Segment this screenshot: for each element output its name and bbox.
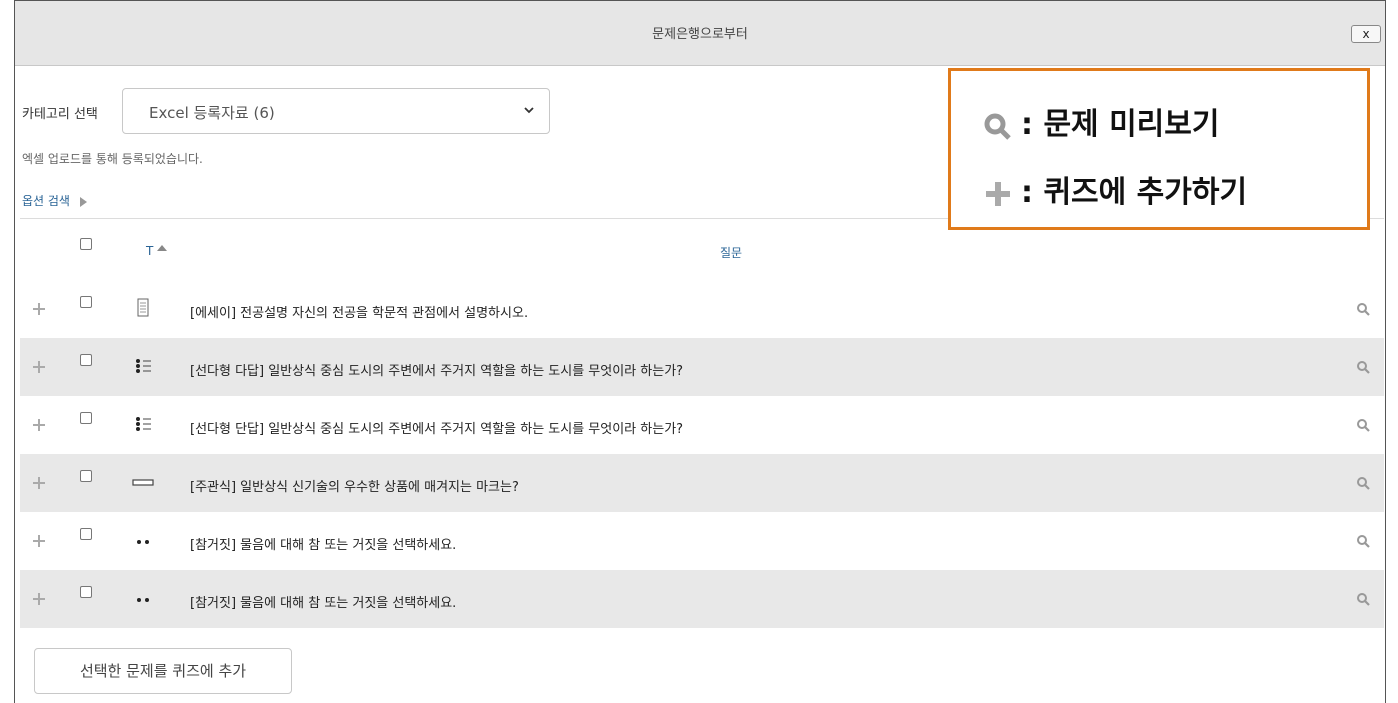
table-row: [주관식] 일반상식 신기술의 우수한 상품에 매겨지는 마크는? [20,454,1384,512]
option-search-toggle[interactable]: 옵션 검색 [22,192,87,209]
preview-search-icon[interactable] [1356,592,1370,606]
legend-box: : 문제 미리보기 : 퀴즈에 추가하기 [948,68,1370,230]
row-checkbox[interactable] [80,470,92,482]
legend-preview-label: : 문제 미리보기 [1021,107,1220,142]
truefalse-icon [137,540,149,544]
type-header-label: T [146,244,154,258]
row-checkbox[interactable] [80,354,92,366]
chevron-down-icon [524,107,534,114]
short-answer-icon [132,479,154,486]
add-to-quiz-icon[interactable] [32,534,46,548]
select-all-checkbox[interactable] [80,238,92,250]
multichoice-icon [136,417,151,431]
question-text: [주관식] 일반상식 신기술의 우수한 상품에 매겨지는 마크는? [190,480,519,495]
table-row: [선다형 다답] 일반상식 중심 도시의 주변에서 주거지 역할을 하는 도시를… [20,338,1384,396]
search-icon [984,113,1011,140]
question-text: [선다형 다답] 일반상식 중심 도시의 주변에서 주거지 역할을 하는 도시를… [190,364,684,379]
add-to-quiz-icon[interactable] [32,592,46,606]
category-info: 엑셀 업로드를 통해 등록되었습니다. [22,152,203,166]
dialog-title: 문제은행으로부터 [652,27,748,42]
table-row: [선다형 단답] 일반상식 중심 도시의 주변에서 주거지 역할을 하는 도시를… [20,396,1384,454]
legend-preview: : 문제 미리보기 [983,99,1220,143]
row-checkbox[interactable] [80,528,92,540]
preview-search-icon[interactable] [1356,360,1370,374]
close-button[interactable]: x [1351,25,1381,43]
table-row: [참거짓] 물음에 대해 참 또는 거짓을 선택하세요. [20,512,1384,570]
add-to-quiz-icon[interactable] [32,418,46,432]
preview-search-icon[interactable] [1356,302,1370,316]
multichoice-icon [136,359,151,373]
category-label: 카테고리 선택 [22,107,98,122]
preview-search-icon[interactable] [1356,534,1370,548]
sort-up-icon [157,245,168,251]
preview-search-icon[interactable] [1356,476,1370,490]
preview-search-icon[interactable] [1356,418,1370,432]
category-select[interactable]: Excel 등록자료 (6) [122,88,550,134]
row-checkbox[interactable] [80,296,92,308]
dialog-titlebar: 문제은행으로부터 x [15,1,1385,66]
add-selected-to-quiz-button[interactable]: 선택한 문제를 퀴즈에 추가 [34,648,292,694]
question-text: [에세이] 전공설명 자신의 전공을 학문적 관점에서 설명하시오. [190,306,529,321]
question-text: [선다형 단답] 일반상식 중심 도시의 주변에서 주거지 역할을 하는 도시를… [190,422,684,437]
type-column-header[interactable]: T [146,244,168,258]
category-select-value: Excel 등록자료 (6) [149,104,275,122]
table-row: [참거짓] 물음에 대해 참 또는 거짓을 선택하세요. [20,570,1384,628]
question-column-header[interactable]: 질문 [720,244,742,261]
question-text: [참거짓] 물음에 대해 참 또는 거짓을 선택하세요. [190,538,457,553]
add-to-quiz-icon[interactable] [32,302,46,316]
legend-add-label: : 퀴즈에 추가하기 [1021,175,1248,210]
legend-add: : 퀴즈에 추가하기 [983,167,1247,211]
question-text: [참거짓] 물음에 대해 참 또는 거짓을 선택하세요. [190,596,457,611]
plus-icon [986,181,1010,206]
table-row: [에세이] 전공설명 자신의 전공을 학문적 관점에서 설명하시오. [20,280,1384,338]
caret-right-icon [79,196,87,207]
row-checkbox[interactable] [80,586,92,598]
row-checkbox[interactable] [80,412,92,424]
truefalse-icon [137,598,149,602]
option-search-label: 옵션 검색 [22,194,70,208]
essay-icon [137,298,149,317]
add-to-quiz-icon[interactable] [32,476,46,490]
add-to-quiz-icon[interactable] [32,360,46,374]
